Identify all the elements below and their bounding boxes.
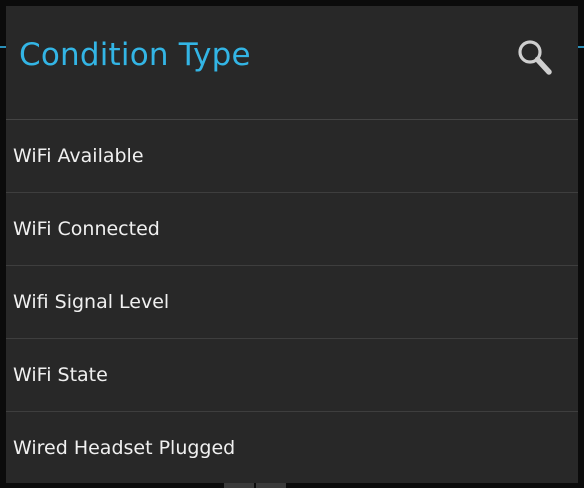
list-item[interactable]: WiFi Connected bbox=[6, 193, 578, 266]
search-button[interactable] bbox=[506, 30, 560, 84]
dialog-title: Condition Type bbox=[19, 37, 251, 73]
condition-list: WiFi Available WiFi Connected Wifi Signa… bbox=[6, 120, 578, 483]
list-item-label: Wifi Signal Level bbox=[13, 291, 170, 313]
list-item[interactable]: Wifi Signal Level bbox=[6, 266, 578, 339]
list-item[interactable]: WiFi Available bbox=[6, 120, 578, 193]
dialog-header: Condition Type bbox=[6, 6, 578, 119]
list-item[interactable]: WiFi State bbox=[6, 339, 578, 412]
list-item-label: WiFi Connected bbox=[13, 218, 160, 240]
list-item[interactable]: Wired Headset Plugged bbox=[6, 412, 578, 483]
condition-type-dialog: Condition Type WiFi Available WiFi Conne… bbox=[6, 6, 578, 483]
search-icon bbox=[518, 40, 552, 75]
list-item-label: WiFi Available bbox=[13, 145, 144, 167]
background-accent-line bbox=[578, 46, 584, 48]
list-item-label: WiFi State bbox=[13, 364, 108, 386]
list-item-label: Wired Headset Plugged bbox=[13, 437, 236, 459]
